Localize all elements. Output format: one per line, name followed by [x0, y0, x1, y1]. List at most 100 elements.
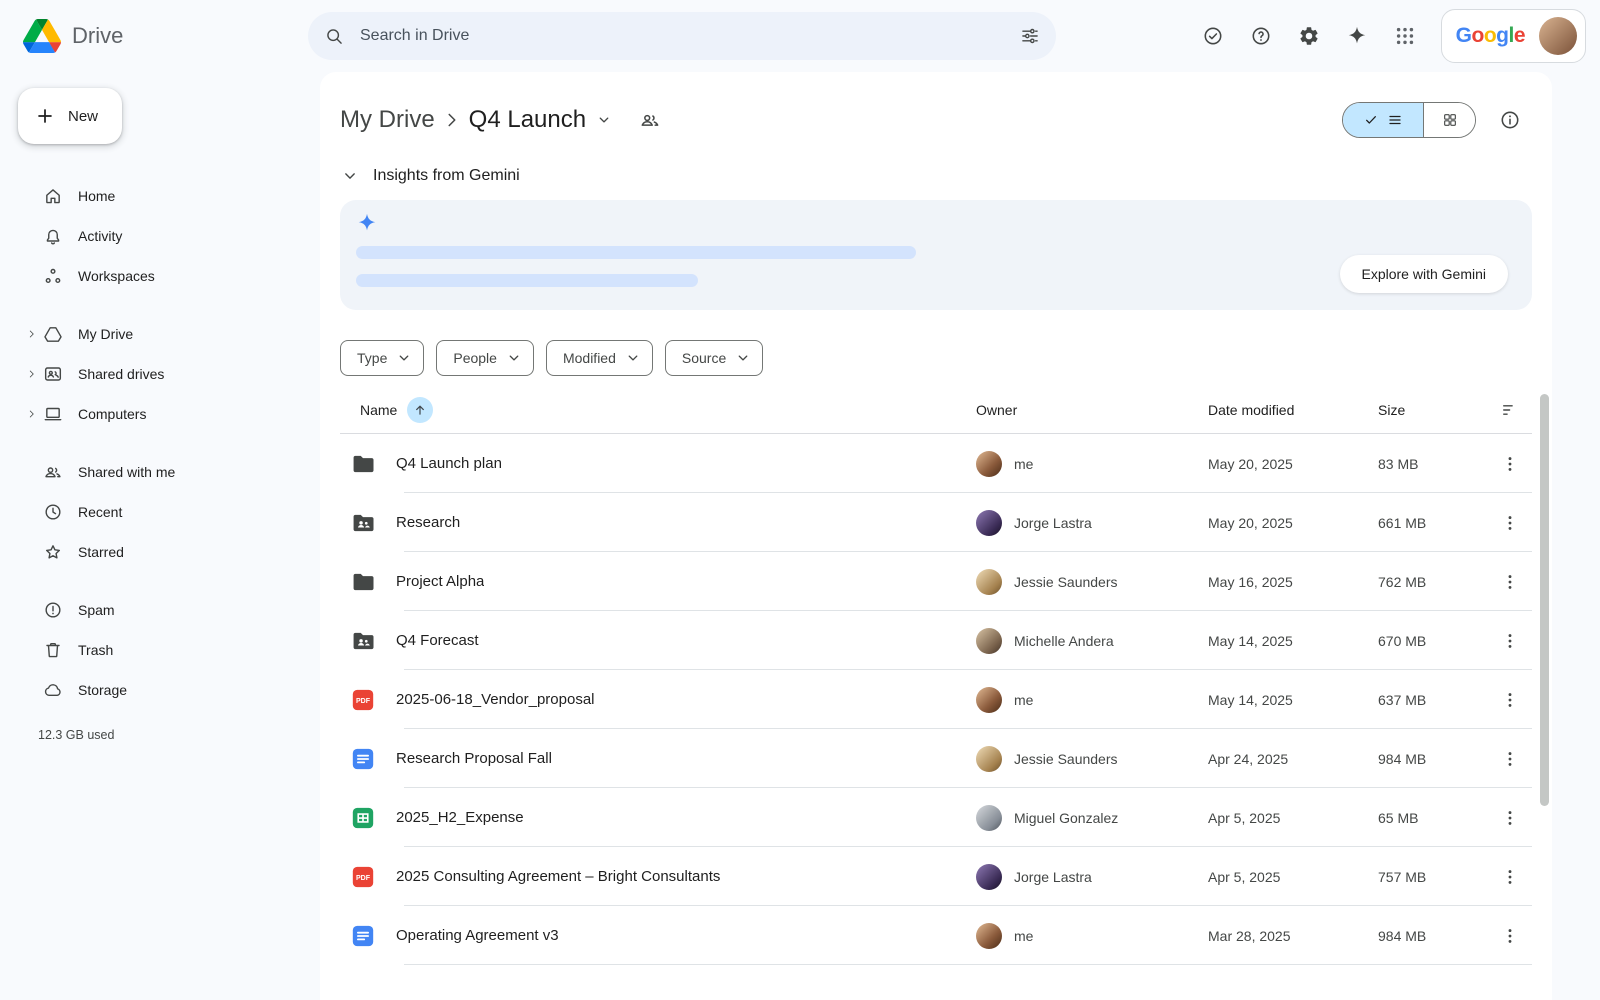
file-name: Research: [396, 514, 460, 531]
file-name: Project Alpha: [396, 573, 484, 590]
filter-chip-source[interactable]: Source: [665, 340, 763, 376]
tune-icon: [1020, 26, 1040, 46]
column-header-date-modified[interactable]: Date modified: [1208, 402, 1378, 418]
search-input[interactable]: [354, 27, 1010, 45]
owner-avatar: [976, 923, 1002, 949]
sidebar-item-activity[interactable]: Activity: [16, 216, 308, 256]
expand-caret-icon[interactable]: [26, 327, 43, 341]
sort-ascending-badge: [407, 397, 433, 423]
row-menu-button[interactable]: [1492, 446, 1528, 482]
name-cell: 2025_H2_Expense: [340, 805, 976, 831]
search-button[interactable]: [314, 16, 354, 56]
date-modified: May 20, 2025: [1208, 456, 1378, 472]
sort-options-button[interactable]: [1492, 392, 1528, 428]
sidebar-item-workspaces[interactable]: Workspaces: [16, 256, 308, 296]
drive-brand[interactable]: Drive: [0, 19, 308, 53]
new-button-label: New: [68, 108, 98, 125]
date-modified: Apr 5, 2025: [1208, 869, 1378, 885]
file-size: 65 MB: [1378, 810, 1488, 826]
row-menu-button[interactable]: [1492, 741, 1528, 777]
owner-name: me: [1014, 928, 1033, 944]
row-menu-button[interactable]: [1492, 918, 1528, 954]
file-row[interactable]: Research Proposal FallJessie SaundersApr…: [340, 729, 1532, 788]
row-menu-button[interactable]: [1492, 505, 1528, 541]
breadcrumb-my-drive[interactable]: My Drive: [340, 106, 435, 134]
offline-status-button[interactable]: [1191, 14, 1235, 58]
details-button[interactable]: [1488, 98, 1532, 142]
file-row[interactable]: Q4 Launch planmeMay 20, 202583 MB: [340, 434, 1532, 493]
sidebar-item-shared-drives[interactable]: Shared drives: [16, 354, 308, 394]
expand-caret-icon[interactable]: [26, 407, 43, 421]
gemini-sparkle-icon: [1346, 25, 1368, 47]
file-row[interactable]: Q4 ForecastMichelle AnderaMay 14, 202567…: [340, 611, 1532, 670]
row-menu-button[interactable]: [1492, 800, 1528, 836]
sidebar-item-my-drive[interactable]: My Drive: [16, 314, 308, 354]
sidebar-item-starred[interactable]: Starred: [16, 532, 308, 572]
menu-cell: [1488, 859, 1532, 895]
sidebar-item-label: Computers: [78, 406, 146, 422]
file-name: Q4 Launch plan: [396, 455, 502, 472]
sidebar-item-recent[interactable]: Recent: [16, 492, 308, 532]
file-row[interactable]: PDF2025 Consulting Agreement – Bright Co…: [340, 847, 1532, 906]
profile-avatar[interactable]: [1539, 17, 1577, 55]
scrollbar[interactable]: [1540, 394, 1549, 806]
menu-cell: [1488, 446, 1532, 482]
name-cell: Operating Agreement v3: [340, 923, 976, 949]
apps-grid-button[interactable]: [1383, 14, 1427, 58]
gemini-button[interactable]: [1335, 14, 1379, 58]
more-vertical-icon: [1500, 926, 1520, 946]
settings-button[interactable]: [1287, 14, 1331, 58]
row-menu-button[interactable]: [1492, 859, 1528, 895]
caret-spacer: [26, 465, 43, 479]
sidebar-item-trash[interactable]: Trash: [16, 630, 308, 670]
list-view-button[interactable]: [1343, 103, 1423, 137]
sidebar-item-storage[interactable]: Storage: [16, 670, 308, 710]
file-size: 757 MB: [1378, 869, 1488, 885]
column-header-size[interactable]: Size: [1378, 402, 1488, 418]
search-bar[interactable]: [308, 12, 1056, 60]
expand-caret-icon[interactable]: [26, 367, 43, 381]
explore-with-gemini-button[interactable]: Explore with Gemini: [1340, 255, 1509, 293]
account-button[interactable]: Google: [1441, 9, 1586, 63]
file-size: 984 MB: [1378, 928, 1488, 944]
file-row[interactable]: PDF2025-06-18_Vendor_proposalmeMay 14, 2…: [340, 670, 1532, 729]
filter-chip-modified[interactable]: Modified: [546, 340, 653, 376]
menu-cell: [1488, 741, 1532, 777]
filter-chip-people[interactable]: People: [436, 340, 534, 376]
sidebar-item-home[interactable]: Home: [16, 176, 308, 216]
owner-cell: Jessie Saunders: [976, 746, 1208, 772]
more-vertical-icon: [1500, 690, 1520, 710]
search-icon: [324, 26, 344, 46]
owner-name: me: [1014, 692, 1033, 708]
file-name: Research Proposal Fall: [396, 750, 552, 767]
column-header-owner[interactable]: Owner: [976, 402, 1208, 418]
sidebar-item-label: Spam: [78, 602, 115, 618]
breadcrumb-current-folder[interactable]: Q4 Launch: [469, 106, 613, 134]
sort-by-name-button[interactable]: Name: [350, 397, 433, 423]
grid-view-button[interactable]: [1423, 103, 1475, 137]
filter-chip-label: Source: [682, 350, 726, 366]
file-row[interactable]: ResearchJorge LastraMay 20, 2025661 MB: [340, 493, 1532, 552]
row-menu-button[interactable]: [1492, 623, 1528, 659]
file-row[interactable]: Operating Agreement v3meMar 28, 2025984 …: [340, 906, 1532, 965]
row-menu-button[interactable]: [1492, 564, 1528, 600]
gemini-insights-toggle[interactable]: Insights from Gemini: [340, 166, 520, 186]
sidebar-item-spam[interactable]: Spam: [16, 590, 308, 630]
sidebar-item-shared-with-me[interactable]: Shared with me: [16, 452, 308, 492]
date-modified: May 14, 2025: [1208, 633, 1378, 649]
file-row[interactable]: Project AlphaJessie SaundersMay 16, 2025…: [340, 552, 1532, 611]
caret-spacer: [26, 683, 43, 697]
search-options-button[interactable]: [1010, 16, 1050, 56]
folder-members-icon[interactable]: [639, 109, 661, 131]
new-button[interactable]: New: [18, 88, 122, 144]
file-name: 2025_H2_Expense: [396, 809, 524, 826]
gemini-loading-bar-1: [356, 246, 916, 259]
chevron-down-icon: [505, 349, 523, 367]
name-cell: PDF2025 Consulting Agreement – Bright Co…: [340, 864, 976, 890]
file-row[interactable]: 2025_H2_ExpenseMiguel GonzalezApr 5, 202…: [340, 788, 1532, 847]
sidebar-item-computers[interactable]: Computers: [16, 394, 308, 434]
filter-chip-type[interactable]: Type: [340, 340, 424, 376]
date-modified: Apr 5, 2025: [1208, 810, 1378, 826]
row-menu-button[interactable]: [1492, 682, 1528, 718]
support-button[interactable]: [1239, 14, 1283, 58]
